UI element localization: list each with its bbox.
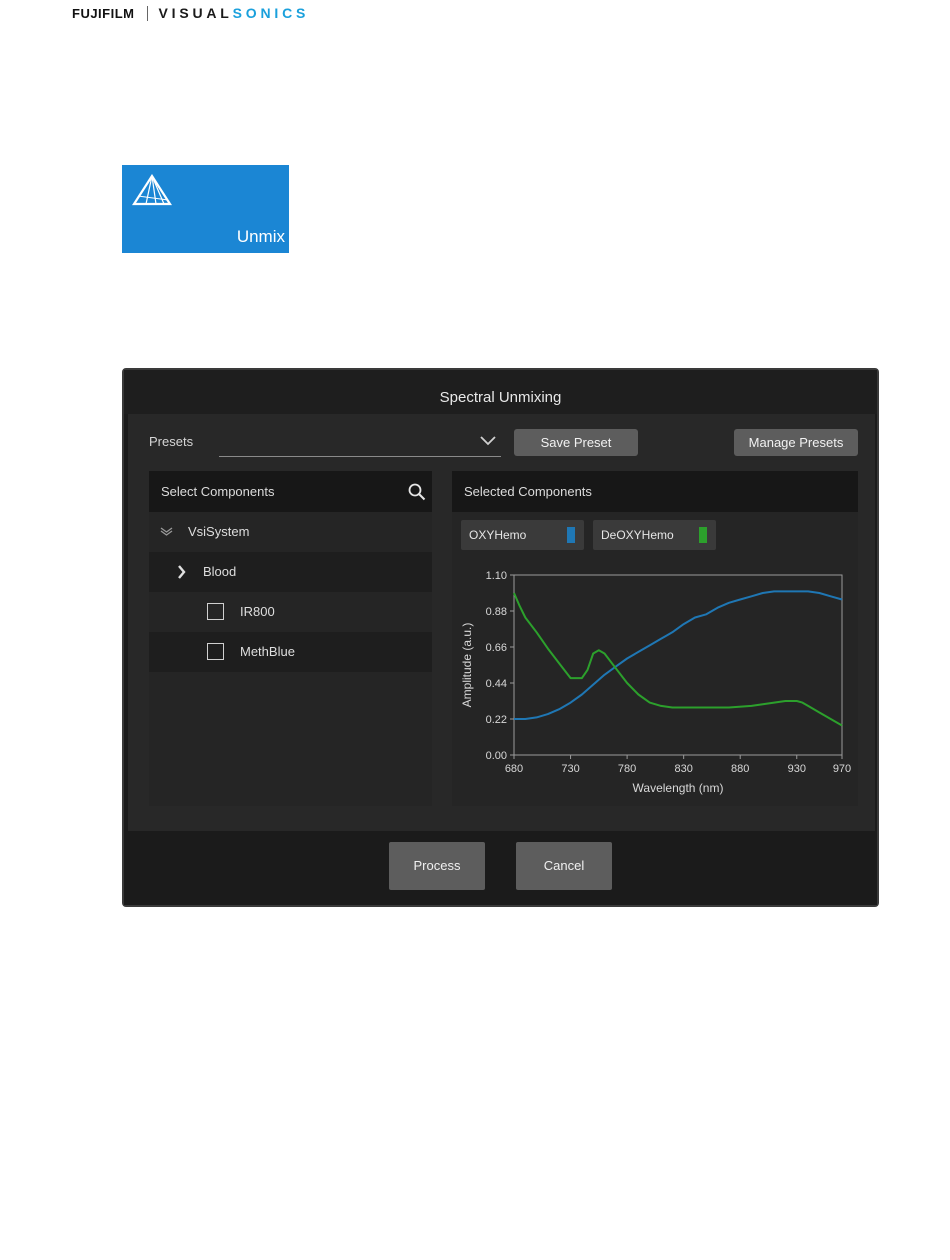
tree-item-label: VsiSystem [188, 524, 250, 539]
x-tick-label: 930 [788, 763, 806, 775]
presets-label: Presets [149, 434, 194, 449]
process-button[interactable]: Process [389, 842, 485, 890]
dialog-body: Presets Save Preset Manage Presets Selec… [128, 414, 875, 831]
x-tick-label: 780 [618, 763, 636, 775]
y-tick-label: 0.44 [486, 678, 507, 690]
tree-item-vsisystem[interactable]: VsiSystem [149, 512, 432, 552]
manage-presets-button[interactable]: Manage Presets [734, 429, 858, 456]
y-tick-label: 0.88 [486, 606, 507, 618]
spectral-unmixing-dialog: Spectral Unmixing Presets Save Preset Ma… [122, 368, 879, 907]
cancel-button[interactable]: Cancel [516, 842, 612, 890]
color-swatch[interactable] [567, 527, 575, 543]
ir800-checkbox[interactable] [207, 603, 224, 620]
y-tick-label: 1.10 [486, 570, 507, 582]
selected-components-panel: Selected Components OXYHemo DeOXYHemo 68… [452, 471, 858, 806]
methblue-checkbox[interactable] [207, 643, 224, 660]
tree-item-blood[interactable]: Blood [149, 552, 432, 592]
color-swatch[interactable] [699, 527, 707, 543]
series-line-oxyhemo [514, 590, 843, 720]
sonics-wordmark: SONICS [232, 5, 310, 21]
select-components-panel: Select Components VsiSystem Blood IR800 … [149, 471, 432, 806]
chip-label: OXYHemo [469, 528, 527, 542]
x-tick-label: 970 [833, 763, 851, 775]
component-chip-deoxyhemo[interactable]: DeOXYHemo [593, 520, 716, 550]
tree-item-label: Blood [203, 564, 237, 579]
presets-dropdown[interactable] [219, 430, 501, 457]
visual-wordmark: VISUAL [158, 5, 233, 21]
tree-item-ir800[interactable]: IR800 [149, 592, 432, 632]
chevron-right-icon [178, 565, 186, 579]
selected-components-header: Selected Components [452, 471, 858, 512]
unmix-label: Unmix [236, 227, 285, 246]
x-tick-label: 880 [731, 763, 749, 775]
series-line-deoxyhemo [513, 592, 843, 727]
y-tick-label: 0.00 [486, 750, 507, 762]
x-tick-label: 730 [561, 763, 579, 775]
component-chip-oxyhemo[interactable]: OXYHemo [461, 520, 584, 550]
spectral-prism-icon [132, 174, 172, 206]
x-axis-label: Wavelength (nm) [633, 781, 724, 795]
x-tick-label: 830 [674, 763, 692, 775]
selected-components-title: Selected Components [464, 484, 592, 499]
absorption-spectrum-chart: 680 730 780 830 880 930 970 0.00 0.22 0.44 0.66 0.8… [460, 570, 851, 795]
tree-item-label: MethBlue [240, 644, 295, 659]
chip-label: DeOXYHemo [601, 528, 674, 542]
search-icon[interactable] [408, 483, 426, 501]
y-tick-label: 0.66 [486, 642, 507, 654]
chevron-down-icon [480, 436, 496, 446]
logo-divider [146, 5, 148, 21]
unmix-tile-button[interactable]: Unmix [122, 165, 289, 253]
save-preset-button[interactable]: Save Preset [514, 429, 638, 456]
brand-logo: FUJIFILM VISUAL SONICS [72, 4, 309, 22]
y-axis-label: Amplitude (a.u.) [460, 623, 474, 708]
dialog-footer: Process Cancel [124, 832, 877, 905]
double-chevron-down-icon [160, 527, 173, 536]
select-components-header: Select Components [149, 471, 432, 512]
plot-frame [513, 574, 843, 756]
tree-item-methblue[interactable]: MethBlue [149, 632, 432, 672]
tree-item-label: IR800 [240, 604, 275, 619]
fujifilm-wordmark: FUJIFILM [72, 5, 135, 21]
y-tick-label: 0.22 [486, 714, 507, 726]
select-components-title: Select Components [161, 484, 275, 499]
dialog-title: Spectral Unmixing [124, 370, 877, 414]
x-tick-label: 680 [505, 763, 523, 775]
